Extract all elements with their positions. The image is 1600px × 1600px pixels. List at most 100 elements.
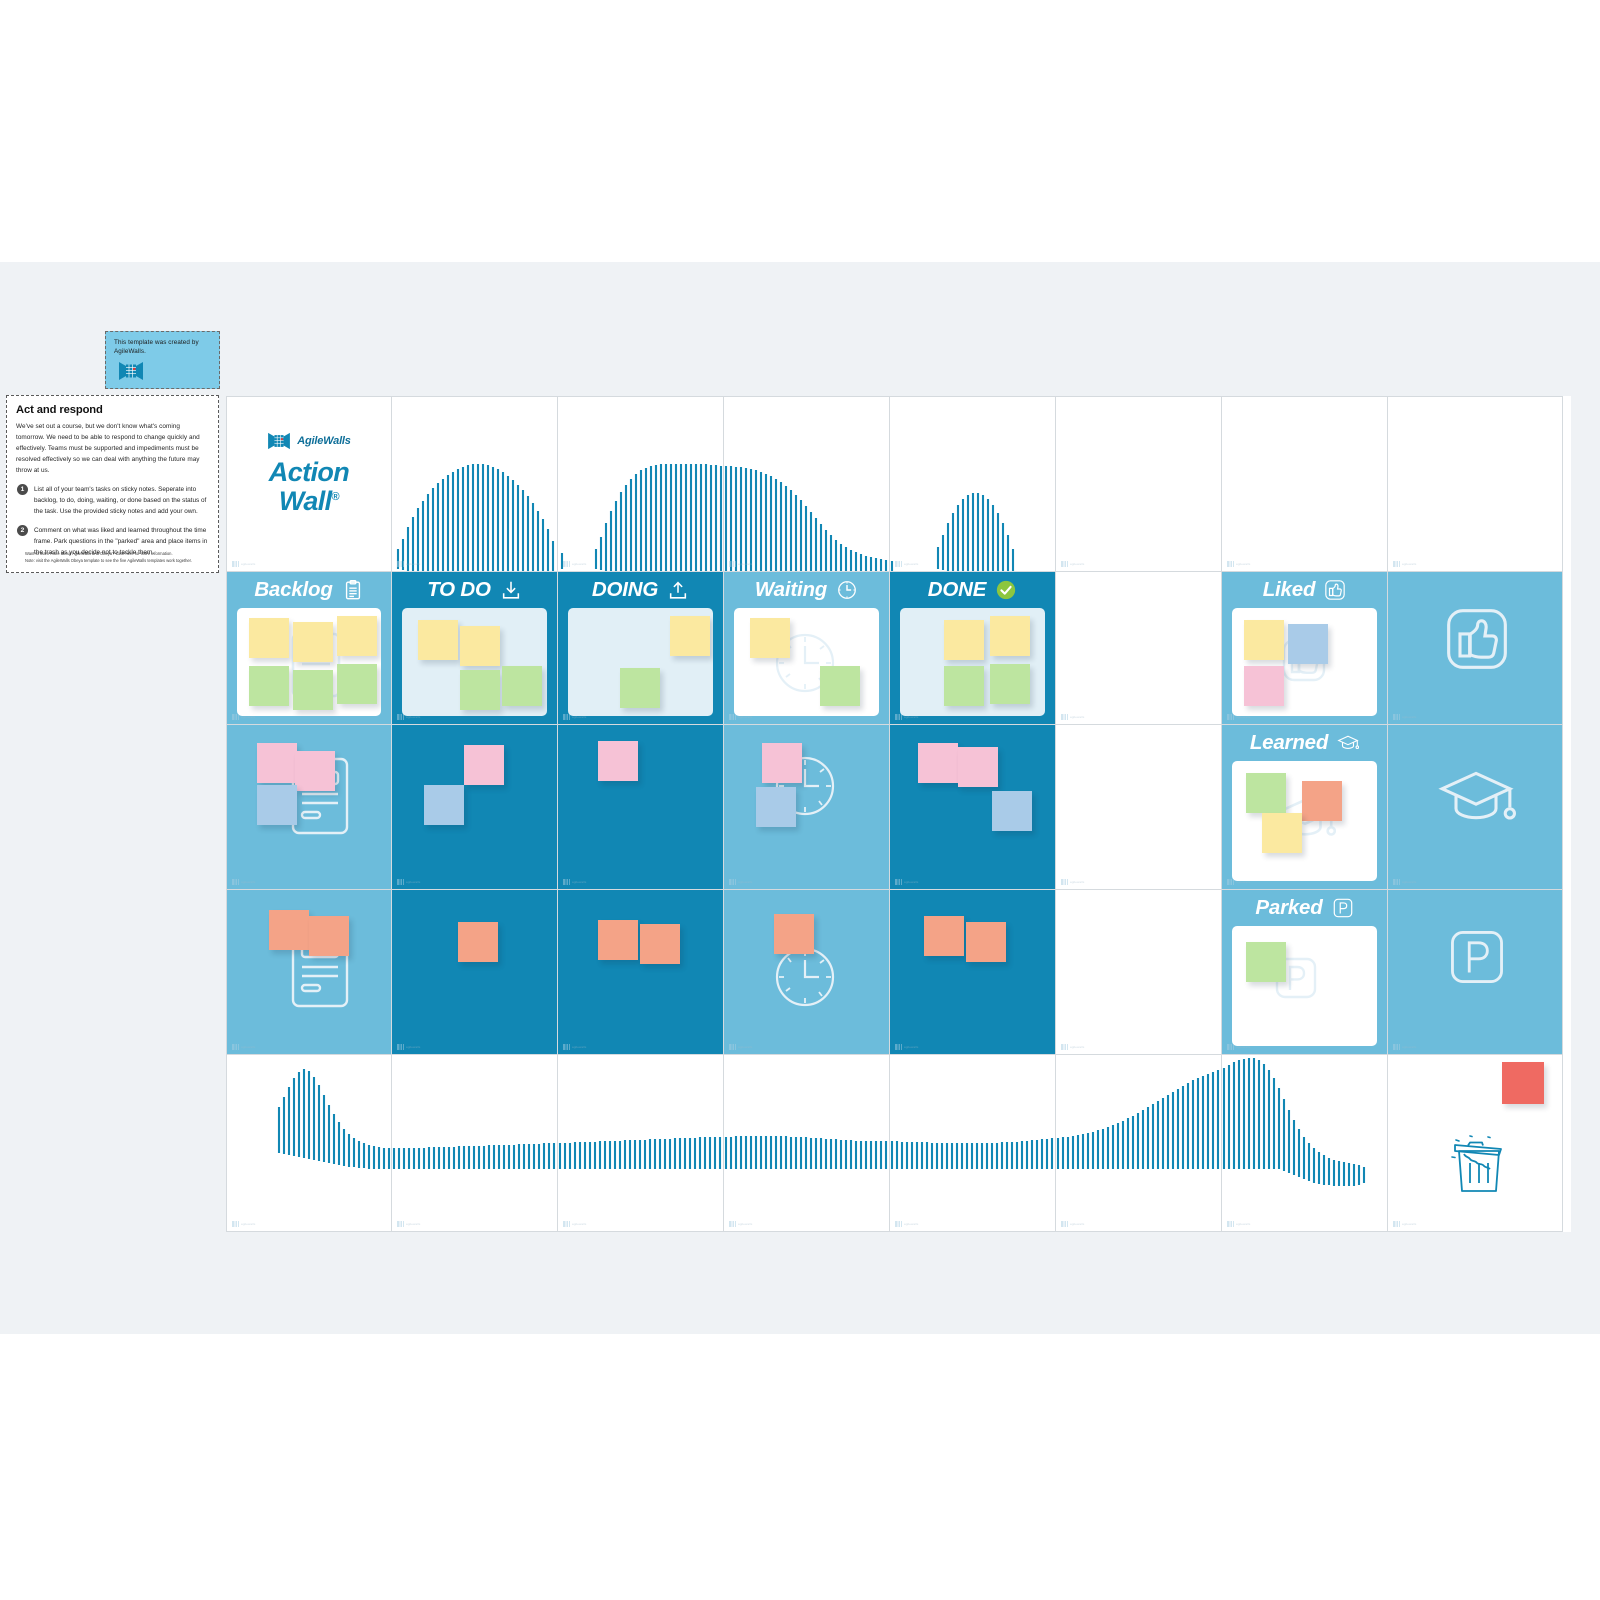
trash-cell[interactable]: agilewalls	[1388, 1055, 1563, 1232]
sticky-note[interactable]	[756, 787, 796, 827]
column-cell-waiting[interactable]: Waiting agilewalls	[724, 572, 890, 725]
column-card-done-row2[interactable]	[900, 733, 1045, 881]
column-card-doing-row2[interactable]	[568, 733, 713, 881]
column-cell-backlog-row3[interactable]: agilewalls	[226, 890, 392, 1055]
sticky-note[interactable]	[502, 666, 542, 706]
sticky-note[interactable]	[992, 791, 1032, 831]
column-card-done[interactable]	[900, 608, 1045, 716]
sticky-note[interactable]	[1502, 1062, 1544, 1104]
sticky-note[interactable]	[257, 785, 297, 825]
section-blank-card-learned[interactable]	[1398, 733, 1552, 881]
sticky-note[interactable]	[269, 910, 309, 950]
cell-watermark: agilewalls	[397, 1221, 420, 1227]
trash-can-icon[interactable]	[1446, 1133, 1512, 1199]
agilewalls-logo-icon	[268, 432, 291, 450]
column-card-waiting-row2[interactable]	[734, 733, 879, 881]
column-cell-doing[interactable]: DOING agilewalls	[558, 572, 724, 725]
column-card-done-row3[interactable]	[900, 898, 1045, 1046]
sticky-note[interactable]	[1246, 942, 1286, 982]
sticky-note[interactable]	[460, 670, 500, 710]
column-card-doing-row3[interactable]	[568, 898, 713, 1046]
sticky-note[interactable]	[1302, 781, 1342, 821]
column-cell-doing-row2[interactable]: agilewalls	[558, 725, 724, 890]
sticky-note[interactable]	[1246, 773, 1286, 813]
section-blank-cell-parked[interactable]: agilewalls	[1388, 890, 1563, 1055]
column-cell-done-row2[interactable]: agilewalls	[890, 725, 1056, 890]
sticky-note[interactable]	[424, 785, 464, 825]
sticky-note[interactable]	[1244, 620, 1284, 660]
column-card-doing[interactable]	[568, 608, 713, 716]
sticky-note[interactable]	[598, 741, 638, 781]
sticky-note[interactable]	[966, 922, 1006, 962]
column-cell-waiting-row3[interactable]: agilewalls	[724, 890, 890, 1055]
section-card-parked[interactable]	[1232, 926, 1377, 1046]
sticky-note[interactable]	[944, 620, 984, 660]
column-title: DONE	[927, 578, 987, 601]
column-card-waiting-row3[interactable]	[734, 898, 879, 1046]
column-card-waiting[interactable]	[734, 608, 879, 716]
decor-cell-wave-c: agilewalls	[724, 396, 890, 572]
section-card-learned[interactable]	[1232, 761, 1377, 881]
sticky-note[interactable]	[598, 920, 638, 960]
sticky-note[interactable]	[337, 664, 377, 704]
sticky-note[interactable]	[944, 666, 984, 706]
sticky-note[interactable]	[418, 620, 458, 660]
section-card-liked[interactable]	[1232, 608, 1377, 716]
column-card-todo[interactable]	[402, 608, 547, 716]
board-canvas: This template was created by AgileWalls.…	[0, 0, 1600, 1600]
column-cell-backlog[interactable]: Backlog agilewalls	[226, 572, 392, 725]
wave-decoration-icon	[396, 464, 555, 571]
sticky-note[interactable]	[990, 664, 1030, 704]
column-cell-waiting-row2[interactable]: agilewalls	[724, 725, 890, 890]
sticky-note[interactable]	[249, 666, 289, 706]
sticky-note[interactable]	[774, 914, 814, 954]
sticky-note[interactable]	[958, 747, 998, 787]
section-cell-parked[interactable]: Parked agilewalls	[1222, 890, 1388, 1055]
decor-cell-wave-d: agilewalls	[890, 396, 1056, 572]
sticky-note[interactable]	[924, 916, 964, 956]
column-cell-backlog-row2[interactable]: agilewalls	[226, 725, 392, 890]
column-cell-doing-row3[interactable]: agilewalls	[558, 890, 724, 1055]
column-card-backlog-row3[interactable]	[237, 898, 381, 1046]
sticky-note[interactable]	[762, 743, 802, 783]
instructions-panel: Act and respond We've set out a course, …	[6, 395, 219, 573]
sticky-note[interactable]	[337, 616, 377, 656]
column-card-backlog-row2[interactable]	[237, 733, 381, 881]
column-cell-done-row3[interactable]: agilewalls	[890, 890, 1056, 1055]
sticky-note[interactable]	[458, 922, 498, 962]
sticky-note[interactable]	[293, 670, 333, 710]
section-cell-liked[interactable]: Liked agilewalls	[1222, 572, 1388, 725]
sticky-note[interactable]	[249, 618, 289, 658]
section-title: Parked	[1255, 896, 1323, 919]
section-blank-cell-liked[interactable]: agilewalls	[1388, 572, 1563, 725]
sticky-note[interactable]	[1288, 624, 1328, 664]
section-cell-learned[interactable]: Learned agilewalls	[1222, 725, 1388, 890]
column-tile-done-row3	[890, 890, 1055, 1054]
column-cell-done[interactable]: DONE agilewalls	[890, 572, 1056, 725]
sticky-note[interactable]	[295, 751, 335, 791]
section-blank-cell-learned[interactable]: agilewalls	[1388, 725, 1563, 890]
sticky-note[interactable]	[464, 745, 504, 785]
sticky-note[interactable]	[750, 618, 790, 658]
sticky-note[interactable]	[460, 626, 500, 666]
column-card-todo-row2[interactable]	[402, 733, 547, 881]
sticky-note[interactable]	[257, 743, 297, 783]
section-blank-card-liked[interactable]	[1398, 580, 1552, 716]
attribution-sticky-note[interactable]: This template was created by AgileWalls.	[105, 331, 220, 389]
sticky-note[interactable]	[918, 743, 958, 783]
sticky-note[interactable]	[1262, 813, 1302, 853]
sticky-note[interactable]	[640, 924, 680, 964]
column-cell-todo-row3[interactable]: agilewalls	[392, 890, 558, 1055]
sticky-note[interactable]	[293, 622, 333, 662]
sticky-note[interactable]	[990, 616, 1030, 656]
sticky-note[interactable]	[820, 666, 860, 706]
column-cell-todo[interactable]: TO DO agilewalls	[392, 572, 558, 725]
sticky-note[interactable]	[670, 616, 710, 656]
column-card-todo-row3[interactable]	[402, 898, 547, 1046]
sticky-note[interactable]	[309, 916, 349, 956]
column-cell-todo-row2[interactable]: agilewalls	[392, 725, 558, 890]
section-blank-card-parked[interactable]	[1398, 898, 1552, 1046]
sticky-note[interactable]	[620, 668, 660, 708]
sticky-note[interactable]	[1244, 666, 1284, 706]
column-card-backlog[interactable]	[237, 608, 381, 716]
